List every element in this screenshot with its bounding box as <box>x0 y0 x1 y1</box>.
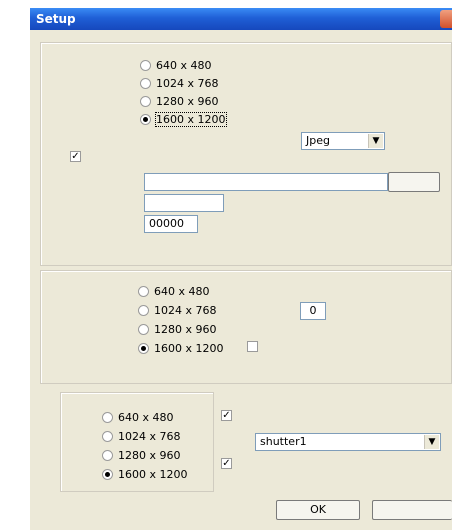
radio-label: 1024 x 768 <box>156 76 219 90</box>
shutter-value: shutter1 <box>260 435 307 448</box>
radio-icon <box>138 304 149 316</box>
p1-checkbox[interactable]: ✓ <box>70 151 81 162</box>
p2-radio-1280[interactable]: 1280 x 960 <box>138 321 217 337</box>
radio-label: 640 x 480 <box>154 284 210 298</box>
radio-label: 1280 x 960 <box>154 322 217 336</box>
ok-button[interactable]: OK <box>276 500 360 520</box>
radio-icon <box>138 323 149 335</box>
p1-radio-1024[interactable]: 1024 x 768 <box>140 75 219 91</box>
preview-panel <box>40 270 452 384</box>
p3-checkbox-2[interactable]: ✓ <box>221 458 232 469</box>
p1-radio-1280[interactable]: 1280 x 960 <box>140 93 219 109</box>
close-button[interactable] <box>440 10 452 28</box>
radio-label: 1280 x 960 <box>118 448 181 462</box>
p3-radio-1600[interactable]: 1600 x 1200 <box>102 466 188 482</box>
p3-radio-1024[interactable]: 1024 x 768 <box>102 428 181 444</box>
window-title: Setup <box>36 12 76 26</box>
radio-icon <box>140 59 151 71</box>
format-select[interactable]: Jpeg ▼ <box>301 132 385 150</box>
radio-icon <box>140 77 151 89</box>
p3-radio-1280[interactable]: 1280 x 960 <box>102 447 181 463</box>
radio-icon <box>138 285 149 297</box>
format-value: Jpeg <box>306 134 330 147</box>
p2-radio-1024[interactable]: 1024 x 768 <box>138 302 217 318</box>
radio-icon <box>102 411 113 423</box>
counter-input[interactable]: 00000 <box>144 215 198 233</box>
radio-icon <box>102 430 113 442</box>
radio-label: 1280 x 960 <box>156 94 219 108</box>
radio-selected-icon <box>102 468 113 480</box>
radio-label: 640 x 480 <box>156 58 212 72</box>
radio-label: 640 x 480 <box>118 410 174 424</box>
radio-selected-icon <box>140 113 151 125</box>
capture-panel <box>40 42 452 266</box>
p1-radio-640[interactable]: 640 x 480 <box>140 57 212 73</box>
chevron-down-icon: ▼ <box>368 134 383 148</box>
radio-icon <box>102 449 113 461</box>
path-input[interactable] <box>144 173 388 191</box>
prefix-input[interactable] <box>144 194 224 212</box>
p3-checkbox-1[interactable]: ✓ <box>221 410 232 421</box>
p2-radio-640[interactable]: 640 x 480 <box>138 283 210 299</box>
chevron-down-icon: ▼ <box>424 435 439 449</box>
browse-button[interactable] <box>388 172 440 192</box>
radio-label: 1600 x 1200 <box>118 467 188 481</box>
p1-radio-1600[interactable]: 1600 x 1200 <box>140 111 227 127</box>
radio-label: 1600 x 1200 <box>154 341 224 355</box>
radio-icon <box>140 95 151 107</box>
number-input[interactable]: 0 <box>300 302 326 320</box>
cancel-button[interactable] <box>372 500 452 520</box>
p2-radio-1600[interactable]: 1600 x 1200 <box>138 340 224 356</box>
radio-selected-icon <box>138 342 149 354</box>
p2-checkbox[interactable] <box>247 341 258 352</box>
p3-radio-640[interactable]: 640 x 480 <box>102 409 174 425</box>
radio-label: 1600 x 1200 <box>155 111 227 127</box>
shutter-select[interactable]: shutter1 ▼ <box>255 433 441 451</box>
title-bar[interactable]: Setup <box>30 8 452 30</box>
radio-label: 1024 x 768 <box>118 429 181 443</box>
setup-window: Setup 640 x 480 1024 x 768 1280 x 960 16… <box>30 8 452 530</box>
radio-label: 1024 x 768 <box>154 303 217 317</box>
